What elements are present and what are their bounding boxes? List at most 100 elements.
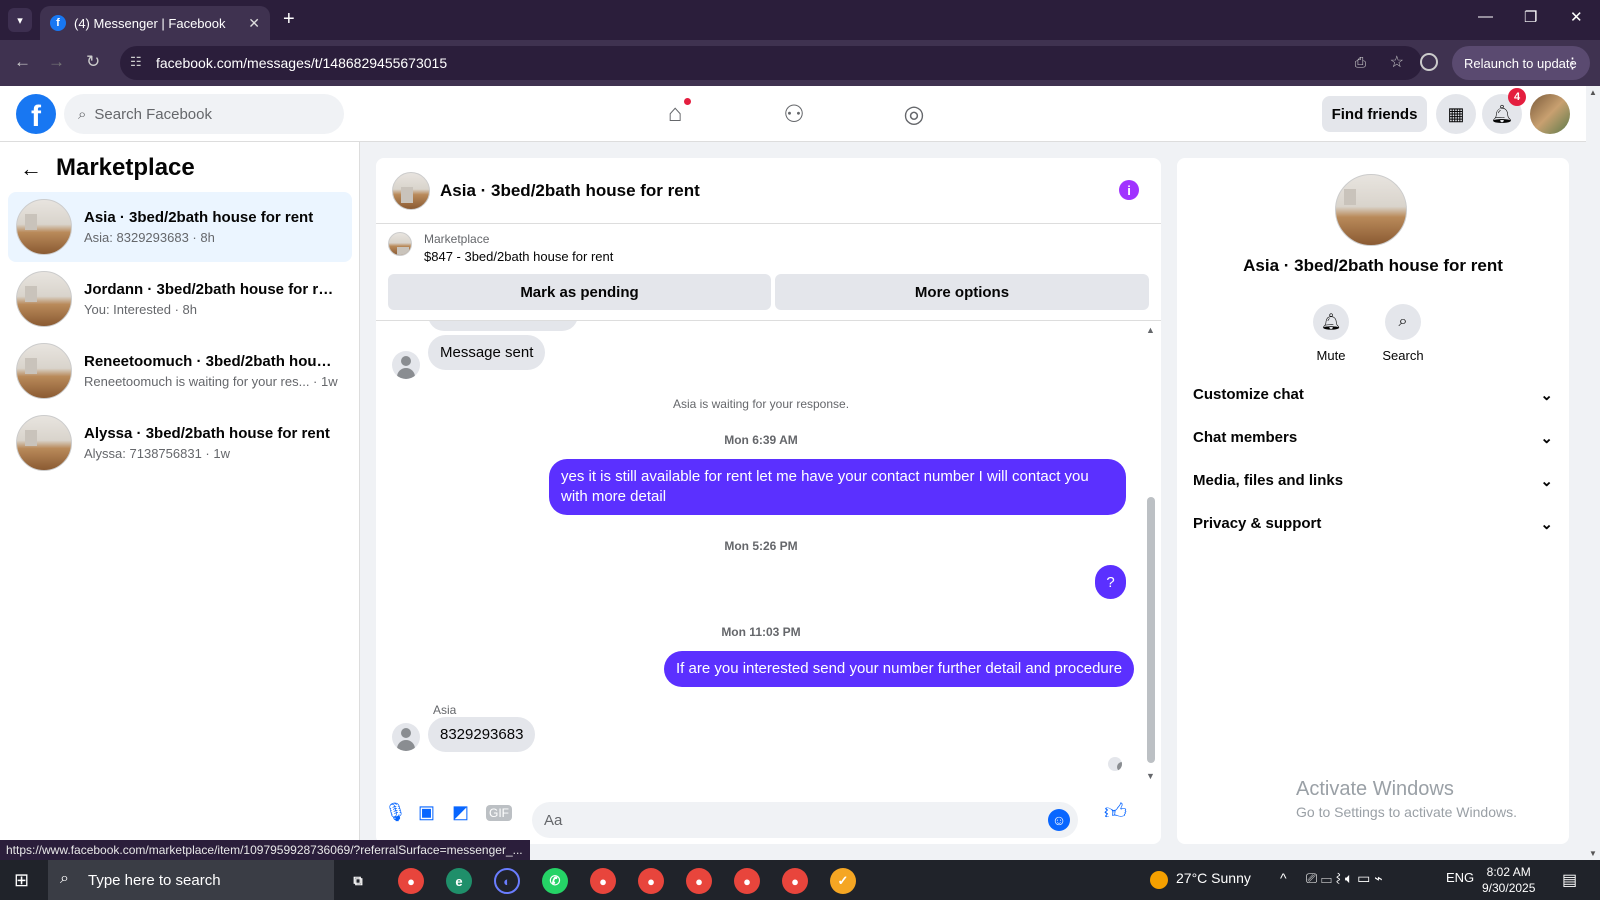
gif-icon[interactable]: GIF xyxy=(486,805,512,821)
conversation-name: Reneetoomuch · 3bed/2bath hous... xyxy=(84,353,334,370)
chrome-profile-icon[interactable]: ● xyxy=(782,868,808,894)
media-files-links-section[interactable]: Media, files and links ⌄ xyxy=(1193,472,1553,490)
edge-app-icon[interactable]: e xyxy=(446,868,472,894)
privacy-support-section[interactable]: Privacy & support ⌄ xyxy=(1193,515,1553,533)
emoji-icon[interactable]: ☺ xyxy=(1048,809,1070,831)
back-arrow-icon[interactable]: ← xyxy=(20,156,42,182)
forward-icon[interactable]: → xyxy=(48,52,65,72)
tray-icons[interactable]: ⎚ ▭ ⌇ 🔈︎ ▭ ⌁ xyxy=(1306,870,1383,887)
facebook-favicon-icon: f xyxy=(50,15,66,31)
language-indicator[interactable]: ENG xyxy=(1446,870,1474,885)
sticker-icon[interactable]: ◩ xyxy=(452,802,469,823)
scroll-down-icon[interactable]: ▼ xyxy=(1589,849,1597,858)
conversation-name: Asia · 3bed/2bath house for rent xyxy=(84,209,314,226)
conversation-preview: Asia: 8329293683 · 8h xyxy=(84,230,215,245)
new-tab-icon[interactable]: + xyxy=(283,8,295,31)
reload-icon[interactable]: ↻ xyxy=(86,52,100,72)
friends-icon[interactable]: ⚇ xyxy=(778,98,810,130)
waiting-notice: Asia is waiting for your response. xyxy=(672,397,850,411)
search-in-chat-button[interactable]: ⌕ Search xyxy=(1373,304,1433,363)
site-info-icon[interactable]: ☷ xyxy=(130,54,142,70)
chat-panel: Asia · 3bed/2bath house for rent i Marke… xyxy=(376,158,1161,844)
search-icon: ⌕ xyxy=(78,105,87,123)
conversation-item[interactable]: Alyssa · 3bed/2bath house for rent Alyss… xyxy=(8,408,352,478)
chat-thumbnail[interactable] xyxy=(392,171,430,210)
like-thumbs-up-icon[interactable]: 👍︎ xyxy=(1104,798,1127,825)
tab-search-dropdown-icon[interactable]: ▾ xyxy=(8,8,32,32)
chat-details-name: Asia · 3bed/2bath house for rent xyxy=(1243,256,1503,275)
mute-button[interactable]: 🔔︎ Mute xyxy=(1301,304,1361,363)
customize-chat-section[interactable]: Customize chat ⌄ xyxy=(1193,386,1553,404)
relaunch-label: Relaunch to update xyxy=(1464,55,1577,71)
windows-start-icon[interactable]: ⊞ xyxy=(14,870,29,891)
conversation-item[interactable]: Jordann · 3bed/2bath house for rent You:… xyxy=(8,264,352,334)
app-icon[interactable]: ◐ xyxy=(494,868,520,894)
taskbar-search-input[interactable]: ⌕ Type here to search xyxy=(48,860,334,900)
search-label: Search xyxy=(1382,348,1424,363)
page-scrollbar[interactable]: ▲ ▼ xyxy=(1586,86,1600,860)
close-window-icon[interactable]: ✕ xyxy=(1570,8,1583,26)
weather-sun-icon[interactable] xyxy=(1150,871,1168,889)
close-tab-icon[interactable]: ✕ xyxy=(248,15,260,32)
clock-time: 8:02 AM xyxy=(1486,865,1531,879)
profile-icon[interactable] xyxy=(1420,53,1438,71)
vpn-app-icon[interactable]: ✓ xyxy=(830,868,856,894)
message-list[interactable]: Message sent Asia is waiting for your re… xyxy=(376,320,1161,780)
more-options-button[interactable]: More options xyxy=(775,274,1149,310)
notification-center-icon[interactable]: ▤ xyxy=(1562,870,1577,890)
chat-title[interactable]: Asia · 3bed/2bath house for rent xyxy=(440,181,700,201)
chrome-profile-icon[interactable]: ● xyxy=(686,868,712,894)
conversation-item[interactable]: Asia · 3bed/2bath house for rent Asia: 8… xyxy=(8,192,352,262)
task-view-icon[interactable]: ⧉ xyxy=(345,868,371,894)
weather-text[interactable]: 27°C Sunny xyxy=(1176,870,1251,886)
info-icon[interactable]: i xyxy=(1119,180,1139,200)
message-input[interactable]: Aa ☺ xyxy=(532,802,1078,838)
menu-grid-icon[interactable]: ▦ xyxy=(1436,94,1476,134)
conversation-item[interactable]: Reneetoomuch · 3bed/2bath hous... Reneet… xyxy=(8,336,352,406)
address-bar-row: ← → ↻ ☷ facebook.com/messages/t/14868294… xyxy=(0,40,1600,86)
tray-chevron-icon[interactable]: ^ xyxy=(1280,870,1287,886)
account-avatar[interactable] xyxy=(1530,94,1570,134)
restore-icon[interactable]: ❐ xyxy=(1524,8,1537,26)
partial-message-bubble xyxy=(428,321,578,331)
clock[interactable]: 8:02 AM 9/30/2025 xyxy=(1482,864,1535,896)
mark-as-pending-button[interactable]: Mark as pending xyxy=(388,274,771,310)
browser-tab-bar: ▾ f (4) Messenger | Facebook ✕ + — ❐ ✕ xyxy=(0,0,1600,40)
notifications-bell-icon[interactable]: 🔔︎ 4 xyxy=(1482,88,1526,134)
chrome-profile-icon[interactable]: ● xyxy=(590,868,616,894)
bookmark-star-icon[interactable]: ☆ xyxy=(1390,52,1404,72)
groups-icon[interactable]: ◎ xyxy=(898,98,930,130)
chat-header: Asia · 3bed/2bath house for rent i xyxy=(376,158,1161,224)
chrome-profile-icon[interactable]: ● xyxy=(638,868,664,894)
facebook-logo-icon[interactable]: f xyxy=(16,94,56,134)
browser-tab[interactable]: f (4) Messenger | Facebook ✕ xyxy=(40,6,270,40)
timestamp: Mon 11:03 PM xyxy=(721,625,801,639)
scroll-up-icon[interactable]: ▲ xyxy=(1589,88,1597,97)
chrome-app-icon[interactable]: ● xyxy=(398,868,424,894)
seen-indicator-avatar xyxy=(1108,757,1122,771)
scroll-thumb[interactable] xyxy=(1147,497,1155,763)
microphone-icon[interactable]: 🎙︎ xyxy=(384,802,407,823)
listing-thumbnail xyxy=(16,271,72,327)
relaunch-button[interactable]: Relaunch to update ⋮ xyxy=(1452,46,1590,80)
conversation-name: Alyssa · 3bed/2bath house for rent xyxy=(84,425,330,442)
facebook-search-input[interactable]: ⌕ Search Facebook xyxy=(64,94,344,134)
home-icon[interactable]: ⌂ xyxy=(659,98,691,130)
menu-dots-icon[interactable]: ⋮ xyxy=(1565,54,1580,72)
install-app-icon[interactable]: ⎙ xyxy=(1355,54,1366,71)
find-friends-button[interactable]: Find friends xyxy=(1322,96,1427,132)
message-scrollbar[interactable]: ▲ ▼ xyxy=(1146,325,1155,780)
scroll-down-icon[interactable]: ▼ xyxy=(1146,771,1155,780)
photo-icon[interactable]: ▣ xyxy=(418,802,435,823)
chrome-profile-icon[interactable]: ● xyxy=(734,868,760,894)
listing-summary[interactable]: Marketplace $847 - 3bed/2bath house for … xyxy=(388,232,613,264)
chat-members-section[interactable]: Chat members ⌄ xyxy=(1193,429,1553,447)
message-bubble-incoming: 8329293683 xyxy=(428,717,536,752)
whatsapp-icon[interactable]: ✆ xyxy=(542,868,568,894)
back-icon[interactable]: ← xyxy=(14,52,31,72)
chevron-down-icon: ⌄ xyxy=(1540,430,1553,447)
scroll-up-icon[interactable]: ▲ xyxy=(1146,325,1155,335)
search-icon: ⌕ xyxy=(60,870,69,887)
url-field[interactable]: ☷ facebook.com/messages/t/14868294556730… xyxy=(120,46,1422,80)
minimize-icon[interactable]: — xyxy=(1478,8,1493,25)
